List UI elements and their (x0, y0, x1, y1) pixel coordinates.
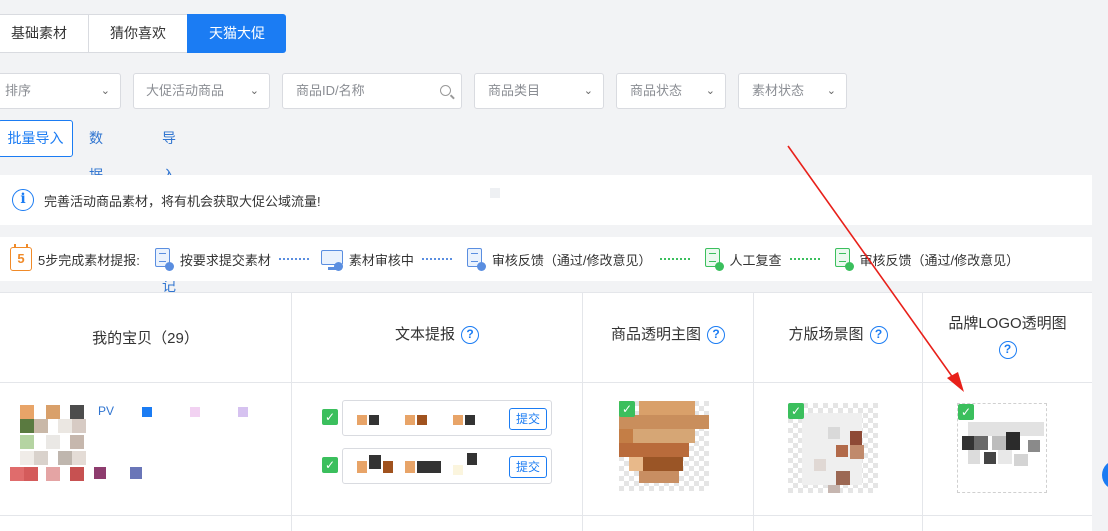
document-upload-icon (152, 247, 174, 271)
tab-guess-you-like[interactable]: 猜你喜欢 (88, 14, 187, 53)
bulk-import-button[interactable]: 批量导入 (0, 120, 73, 157)
material-status-value: 素材状态 (752, 83, 805, 98)
submit-button-1[interactable]: 提交 (509, 408, 547, 430)
category-select[interactable]: 商品类目 ⌄ (474, 73, 604, 109)
sort-select[interactable]: 排序 ⌄ (0, 73, 121, 109)
step-connector (278, 258, 309, 260)
next-row-cell (583, 516, 754, 531)
brand-logo-image[interactable]: ✓ (957, 403, 1047, 493)
step-2-label: 素材审核中 (348, 252, 414, 268)
product-transparent-image[interactable]: ✓ (619, 401, 709, 491)
chevron-down-icon: ⌄ (705, 85, 715, 97)
next-row-cell (754, 516, 923, 531)
header-brand-logo: 品牌LOGO透明图 ? (923, 293, 1092, 383)
help-icon[interactable]: ? (461, 326, 479, 345)
calendar-icon: 5 (10, 244, 32, 271)
checked-icon: ✓ (322, 409, 338, 425)
step-connector (789, 258, 820, 260)
activity-select-value: 大促活动商品 (146, 83, 225, 98)
material-table: 我的宝贝（29） 文本提报? 商品透明主图? 方版场景图? 品牌LOGO透明图 … (0, 292, 1092, 531)
document-approved-icon (832, 247, 854, 271)
step-3-label: 审核反馈（通过/修改意见） (491, 252, 652, 268)
manual-review-icon (702, 247, 724, 271)
info-banner: i 完善活动商品素材，将有机会获取大促公域流量! (0, 175, 1092, 225)
checked-icon: ✓ (958, 404, 974, 420)
monitor-review-icon (320, 247, 343, 271)
header-text-submit: 文本提报? (292, 293, 583, 383)
checked-icon: ✓ (788, 403, 804, 419)
header-brand-logo-label: 品牌LOGO透明图 (948, 315, 1067, 332)
text-field-2[interactable]: 提交 (342, 448, 552, 484)
submit-button-2[interactable]: 提交 (509, 456, 547, 478)
tab-basic-material[interactable]: 基础素材 (0, 14, 88, 53)
header-text-submit-label: 文本提报 (394, 326, 455, 343)
step-connector (421, 258, 452, 260)
checked-icon: ✓ (322, 457, 338, 473)
step-connector (659, 258, 690, 260)
product-status-value: 商品状态 (630, 83, 683, 98)
step-4-label: 人工复查 (729, 252, 782, 268)
floating-help-button[interactable] (1102, 460, 1108, 490)
item-pv-label[interactable]: PV (98, 404, 114, 418)
search-placeholder: 商品ID/名称 (296, 83, 365, 98)
info-icon: i (12, 189, 34, 211)
help-icon[interactable]: ? (707, 326, 725, 345)
activity-select[interactable]: 大促活动商品 ⌄ (133, 73, 270, 109)
header-transparent-main-label: 商品透明主图 (610, 326, 701, 343)
chevron-down-icon: ⌄ (100, 85, 110, 97)
info-placeholder-mark (490, 188, 500, 198)
category-select-value: 商品类目 (488, 83, 541, 98)
cell-text-submit: ✓ 提交 ✓ 提交 (292, 383, 583, 516)
material-status-select[interactable]: 素材状态 ⌄ (738, 73, 847, 109)
header-my-items-label: 我的宝贝（29） (92, 330, 199, 347)
text-field-1[interactable]: 提交 (342, 400, 552, 436)
cell-transparent-main: ✓ (583, 383, 754, 516)
cell-brand-logo: ✓ (923, 383, 1092, 516)
tab-tmall-promo[interactable]: 天猫大促 (187, 14, 286, 53)
cell-square-scene: ✓ (754, 383, 923, 516)
search-input[interactable]: 商品ID/名称 (282, 73, 462, 109)
sort-select-value: 排序 (5, 83, 32, 98)
cell-my-item: PV (0, 383, 292, 516)
info-text: 完善活动商品素材，将有机会获取大促公域流量! (44, 193, 321, 209)
tab-bar: 基础素材 猜你喜欢 天猫大促 (0, 14, 286, 53)
header-transparent-main: 商品透明主图? (583, 293, 754, 383)
search-icon[interactable] (440, 85, 451, 96)
help-icon[interactable]: ? (869, 326, 888, 345)
header-square-scene: 方版场景图? (754, 293, 923, 383)
steps-intro: 5步完成素材提报: (38, 252, 140, 268)
chevron-down-icon: ⌄ (249, 85, 259, 97)
next-row-cell (292, 516, 583, 531)
next-row-cell (0, 516, 292, 531)
header-my-items: 我的宝贝（29） (0, 293, 292, 383)
header-square-scene-label: 方版场景图 (788, 326, 864, 343)
steps-guide: 5 5步完成素材提报: 按要求提交素材 素材审核中 审核反馈（通过/修改意见） … (0, 237, 1092, 281)
help-icon[interactable]: ? (998, 341, 1017, 360)
product-status-select[interactable]: 商品状态 ⌄ (616, 73, 726, 109)
document-feedback-icon (464, 247, 486, 271)
step-1-label: 按要求提交素材 (179, 252, 271, 268)
checked-icon: ✓ (619, 401, 635, 417)
step-5-label: 审核反馈（通过/修改意见） (859, 252, 1020, 268)
chevron-down-icon: ⌄ (583, 85, 593, 97)
square-scene-image[interactable]: ✓ (788, 403, 878, 493)
chevron-down-icon: ⌄ (826, 85, 836, 97)
